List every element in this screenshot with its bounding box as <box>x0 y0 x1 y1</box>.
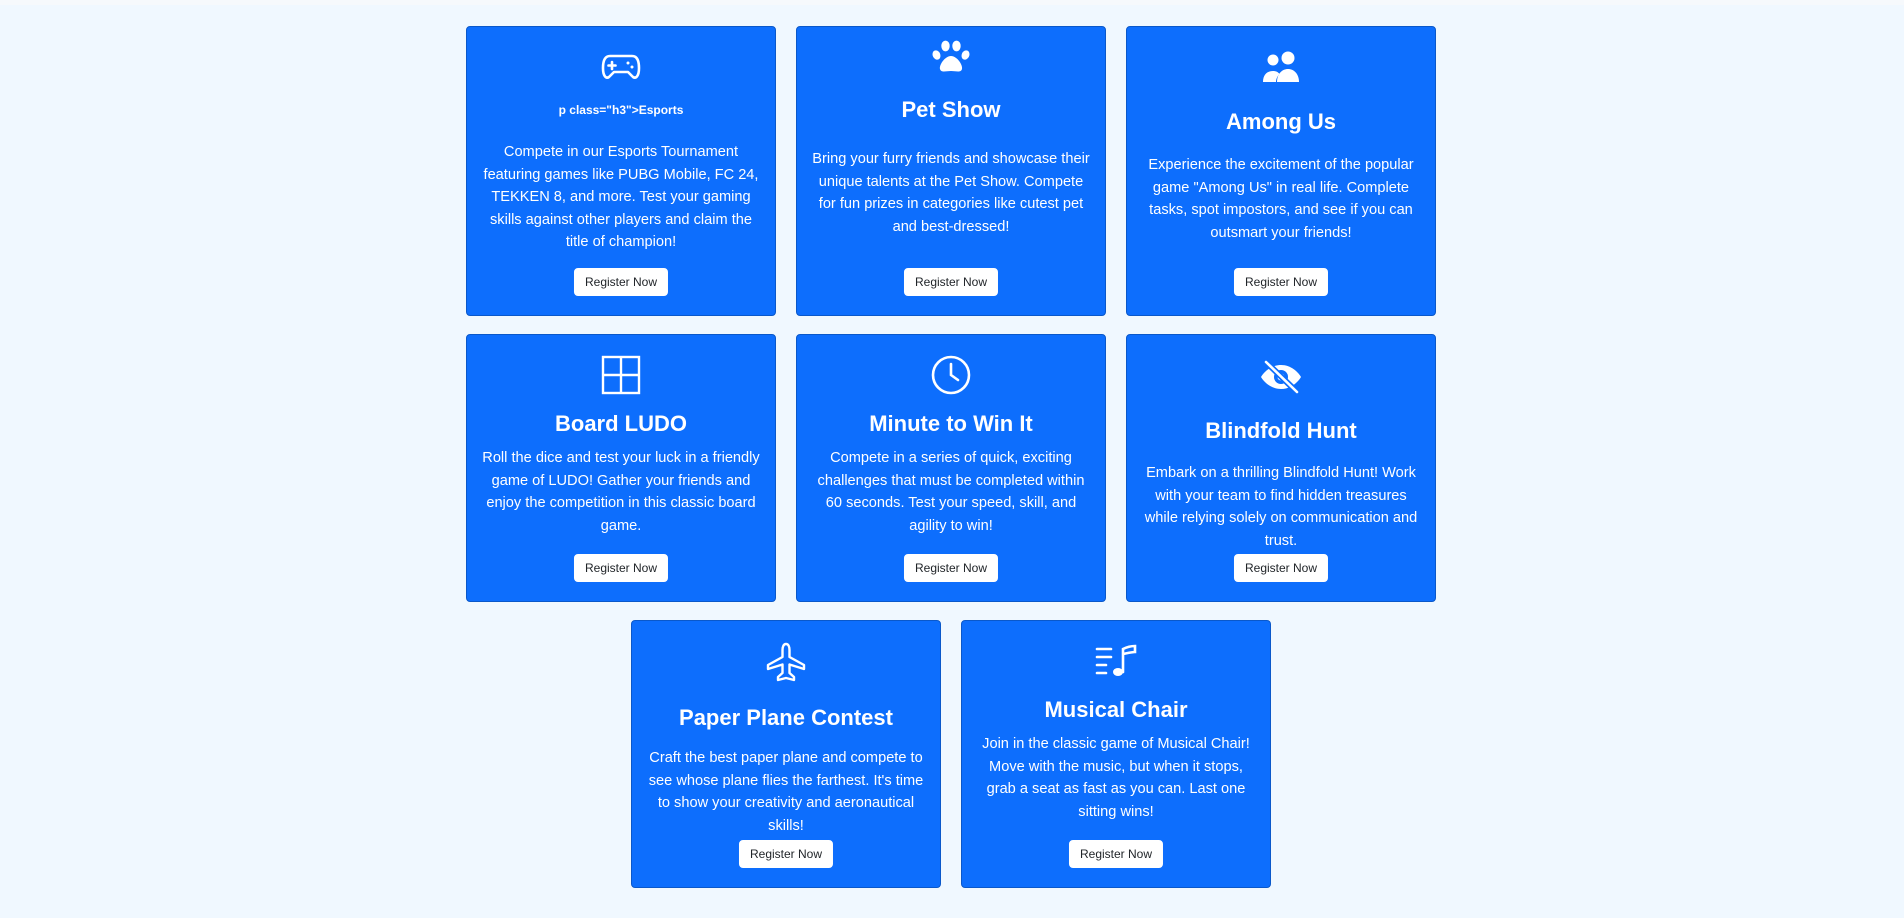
airplane-icon <box>766 642 806 682</box>
event-card-blindfold-hunt: Blindfold Hunt Embark on a thrilling Bli… <box>1126 334 1436 602</box>
event-card-pet-show: Pet Show Bring your furry friends and sh… <box>796 26 1106 316</box>
card-description: Experience the excitement of the popular… <box>1148 157 1414 241</box>
register-now-button[interactable]: Register Now <box>903 268 999 296</box>
clock-icon <box>931 355 971 395</box>
register-now-button[interactable]: Register Now <box>573 554 669 582</box>
people-icon <box>1261 51 1301 83</box>
event-card-esports: p class="h3">Esports Compete in our Espo… <box>466 26 776 316</box>
card-title: Paper Plane Contest <box>679 705 893 730</box>
card-description: Roll the dice and test your luck in a fr… <box>482 450 760 534</box>
paw-icon <box>931 38 971 76</box>
gamepad-icon <box>601 49 641 83</box>
card-description: Bring your furry friends and showcase th… <box>812 151 1090 235</box>
card-description: Embark on a thrilling Blindfold Hunt! Wo… <box>1144 465 1418 549</box>
register-now-button[interactable]: Register Now <box>1233 554 1329 582</box>
music-note-list-icon <box>1095 644 1137 678</box>
register-now-button[interactable]: Register Now <box>573 268 669 296</box>
register-now-button[interactable]: Register Now <box>1068 840 1164 868</box>
card-title: Among Us <box>1226 109 1336 134</box>
card-description: Craft the best paper plane and compete t… <box>648 750 924 834</box>
event-card-paper-plane-contest: Paper Plane Contest Craft the best paper… <box>631 620 941 888</box>
card-title: Board LUDO <box>555 411 687 436</box>
grid-icon <box>601 355 641 395</box>
top-strip <box>0 0 1904 5</box>
eye-slash-icon <box>1260 360 1302 394</box>
event-card-among-us: Among Us Experience the excitement of th… <box>1126 26 1436 316</box>
event-card-minute-to-win-it: Minute to Win It Compete in a series of … <box>796 334 1106 602</box>
event-card-board-ludo: Board LUDO Roll the dice and test your l… <box>466 334 776 602</box>
card-description: Join in the classic game of Musical Chai… <box>982 736 1250 820</box>
card-title: Minute to Win It <box>869 411 1033 436</box>
card-title: Pet Show <box>901 97 1001 122</box>
event-card-musical-chair: Musical Chair Join in the classic game o… <box>961 620 1271 888</box>
register-now-button[interactable]: Register Now <box>903 554 999 582</box>
card-description: Compete in a series of quick, exciting c… <box>817 450 1085 534</box>
register-now-button[interactable]: Register Now <box>1233 268 1329 296</box>
card-description: Compete in our Esports Tournament featur… <box>483 144 759 250</box>
register-now-button[interactable]: Register Now <box>738 840 834 868</box>
card-title: p class="h3">Esports <box>558 103 684 117</box>
card-title: Blindfold Hunt <box>1205 418 1357 443</box>
card-title: Musical Chair <box>1044 697 1188 722</box>
